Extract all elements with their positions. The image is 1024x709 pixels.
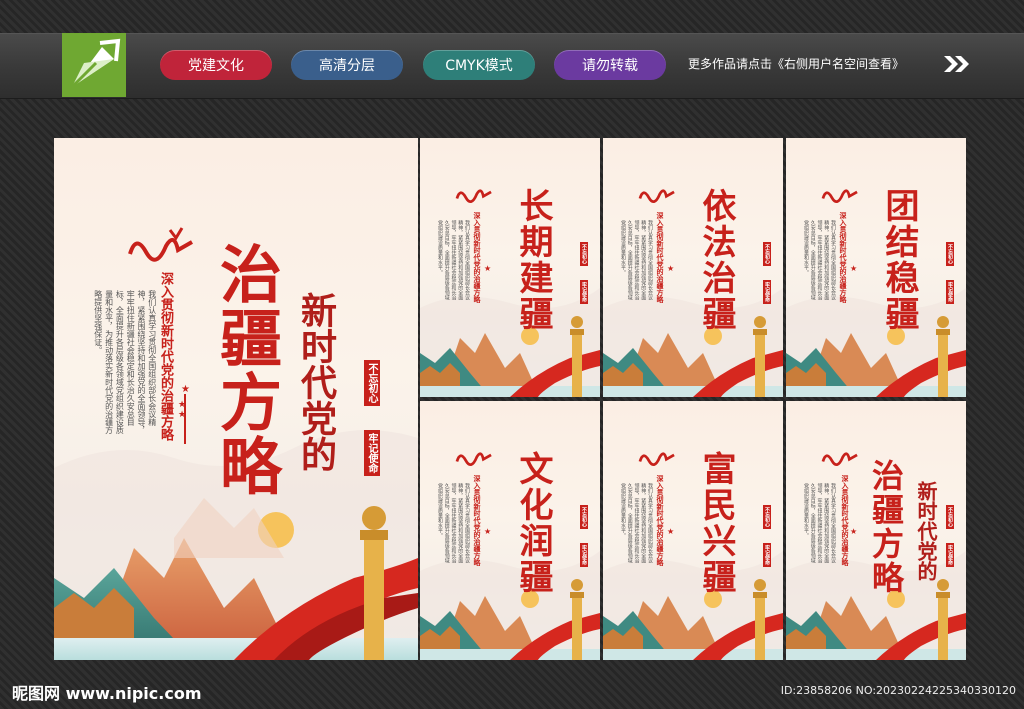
star-icon: ★ (667, 527, 675, 536)
lead-text: 深入贯彻新时代党的治疆方略 (656, 212, 665, 303)
small-poster[interactable]: 深入贯彻新时代党的治疆方略 我们认真学习贯彻全国组织部长会议精神，紧紧围绕坚持和… (603, 138, 783, 397)
small-poster[interactable]: 深入贯彻新时代党的治疆方略 我们认真学习贯彻全国组织部长会议精神，紧紧围绕坚持和… (420, 138, 600, 397)
poster-title: 治疆方略 (867, 459, 905, 595)
poster-title: 团结稳疆 (879, 188, 919, 332)
china-dream-calligraphy-icon (455, 189, 492, 203)
slogan-seal-2: 牢记使命 (946, 543, 954, 567)
image-id: ID:23858206 NO:20230224225340330120 (780, 684, 1016, 697)
star-icon: ★ (484, 264, 492, 273)
body-paragraph: 我们认真学习贯彻全国组织部长会议精神，紧紧围绕坚持和加强党的全面领导，牢牢扭住新… (620, 220, 653, 300)
slogan-seal-1: 不忘初心 (580, 242, 588, 266)
star-icon: ★ (484, 527, 492, 536)
poster-title: 文化润疆 (513, 451, 553, 595)
slogan-seal-2: 牢记使命 (946, 280, 954, 304)
tag-hd-layered[interactable]: 高清分层 (291, 50, 403, 80)
main-poster[interactable]: 深入贯彻新时代党的治疆方略 我们认真学习贯彻全国组织部长会议精神，紧紧围绕坚持和… (54, 138, 418, 660)
body-paragraph: 我们认真学习贯彻全国组织部长会议精神，紧紧围绕坚持和加强党的全面领导，牢牢扭住新… (803, 220, 836, 300)
lead-text: 深入贯彻新时代党的治疆方略 (656, 475, 665, 566)
lead-text: 深入贯彻新时代党的治疆方略 (473, 212, 482, 303)
brand-logo (62, 33, 126, 97)
star-icon: ★ (850, 264, 858, 273)
china-dream-calligraphy-icon (638, 189, 675, 203)
lead-text: 深入贯彻新时代党的治疆方略 (841, 475, 850, 566)
lead-text: 深入贯彻新时代党的治疆方略 (473, 475, 482, 566)
slogan-seal-1: 不忘初心 (763, 505, 771, 529)
body-paragraph: 我们认真学习贯彻全国组织部长会议精神，紧紧围绕坚持和加强党的全面领导，牢牢扭住新… (803, 483, 836, 563)
china-dream-calligraphy-icon (821, 189, 858, 203)
slogan-seal-1: 不忘初心 (946, 505, 954, 529)
site-watermark: 昵图网 www.nipic.com (12, 684, 202, 703)
china-dream-calligraphy-icon (455, 452, 492, 466)
poster-subtitle: 新时代党的 (914, 481, 938, 581)
lead-text: 深入贯彻新时代党的治疆方略 (839, 212, 848, 303)
body-paragraph: 我们认真学习贯彻全国组织部长会议精神，紧紧围绕坚持和加强党的全面领导，牢牢扭住新… (437, 483, 470, 563)
poster-title: 富民兴疆 (696, 451, 736, 595)
china-dream-calligraphy-icon (638, 452, 675, 466)
main-title: 治疆方略 (209, 242, 282, 498)
slogan-seal-1: 不忘初心 (364, 360, 380, 406)
slogan-seal-2: 牢记使命 (763, 280, 771, 304)
star-icon: ★ (667, 264, 675, 273)
slogan-seal-1: 不忘初心 (763, 242, 771, 266)
slogan-seal-1: 不忘初心 (946, 242, 954, 266)
small-poster[interactable]: 深入贯彻新时代党的治疆方略 我们认真学习贯彻全国组织部长会议精神，紧紧围绕坚持和… (420, 401, 600, 660)
poster-title: 长期建疆 (513, 188, 553, 332)
body-paragraph: 我们认真学习贯彻全国组织部长会议精神，紧紧围绕坚持和加强党的全面领导，牢牢扭住新… (93, 290, 157, 434)
pen-nib-icon (70, 38, 121, 89)
lead-text: 深入贯彻新时代党的治疆方略 (158, 272, 173, 441)
body-paragraph: 我们认真学习贯彻全国组织部长会议精神，紧紧围绕坚持和加强党的全面领导，牢牢扭住新… (620, 483, 653, 563)
more-works-link[interactable]: 更多作品请点击《右侧用户名空间查看》 (688, 55, 904, 72)
china-dream-calligraphy-icon (128, 227, 193, 262)
slogan-seal-2: 牢记使命 (364, 430, 380, 476)
tag-cmyk-mode[interactable]: CMYK模式 (423, 50, 535, 80)
china-dream-logo (126, 224, 196, 264)
slogan-seal-2: 牢记使命 (580, 543, 588, 567)
china-dream-calligraphy-icon (821, 452, 858, 466)
poster-title: 依法治疆 (696, 188, 736, 332)
tag-party-culture[interactable]: 党建文化 (160, 50, 272, 80)
double-arrow-icon[interactable] (944, 54, 970, 74)
body-paragraph: 我们认真学习贯彻全国组织部长会议精神，紧紧围绕坚持和加强党的全面领导，牢牢扭住新… (437, 220, 470, 300)
slogan-seal-1: 不忘初心 (580, 505, 588, 529)
star-icon: ★ (850, 527, 858, 536)
star-icon: ★ ★ (178, 400, 187, 420)
small-poster[interactable]: 深入贯彻新时代党的治疆方略 我们认真学习贯彻全国组织部长会议精神，紧紧围绕坚持和… (786, 401, 966, 660)
small-poster[interactable]: 深入贯彻新时代党的治疆方略 我们认真学习贯彻全国组织部长会议精神，紧紧围绕坚持和… (786, 138, 966, 397)
slogan-seal-2: 牢记使命 (580, 280, 588, 304)
tag-no-repost[interactable]: 请勿转载 (554, 50, 666, 80)
main-subtitle: 新时代党的 (295, 292, 337, 472)
small-poster[interactable]: 深入贯彻新时代党的治疆方略 我们认真学习贯彻全国组织部长会议精神，紧紧围绕坚持和… (603, 401, 783, 660)
slogan-seal-2: 牢记使命 (763, 543, 771, 567)
star-icon: ★ (181, 384, 190, 395)
